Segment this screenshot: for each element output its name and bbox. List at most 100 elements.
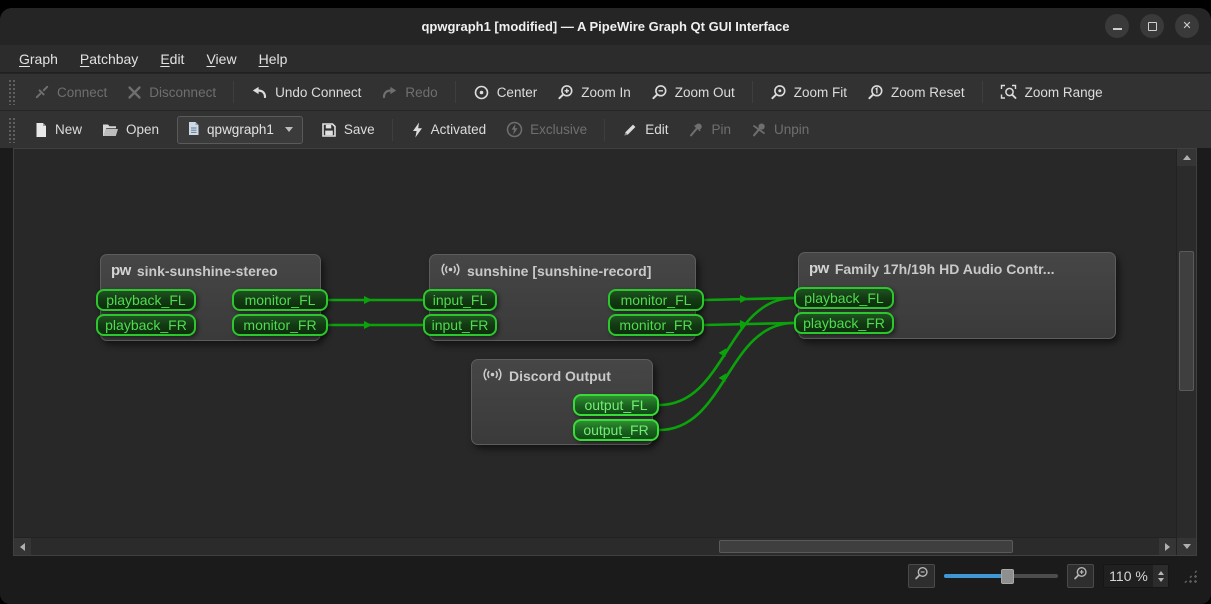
toolbar-separator [604,119,605,141]
undo-connect-button[interactable]: Undo Connect [241,80,371,105]
edit-button[interactable]: Edit [612,117,678,143]
unpin-button[interactable]: Unpin [741,117,819,143]
center-button[interactable]: Center [463,79,548,106]
zoom-slider-handle[interactable] [1001,569,1014,584]
new-button[interactable]: New [24,117,92,143]
menubar: Graph Patchbay Edit View Help [0,45,1211,73]
window-controls: ✕ [1105,14,1199,38]
save-button[interactable]: Save [311,117,385,143]
toolbar-separator [982,81,983,103]
wire-arrow [740,320,748,328]
zoom-fit-button[interactable]: Zoom Fit [760,79,857,106]
toolbar-separator [392,119,393,141]
new-label: New [55,122,82,137]
toolbar-drag-handle[interactable] [8,79,16,105]
vertical-scrollbar[interactable] [1176,149,1196,555]
minimize-icon [1113,28,1122,30]
patchbay-combobox[interactable]: qpwgraph1 [177,116,303,144]
port-sink-playback_FR[interactable]: playback_FR [96,314,196,336]
open-button[interactable]: Open [92,117,169,142]
port-family-playback_FR[interactable]: playback_FR [794,312,894,334]
maximize-button[interactable] [1140,14,1164,38]
zoom-slider-fill [944,574,1007,578]
wire-arrow [364,296,372,304]
node-title: Family 17h/19h HD Audio Contr... [835,261,1055,277]
scroll-up-button[interactable] [1177,149,1196,166]
exclusive-button[interactable]: Exclusive [496,116,597,143]
zoom-in-button[interactable]: Zoom In [547,79,641,106]
toolbar-drag-handle[interactable] [8,117,16,143]
graph-view-frame: pw sink-sunshine-stereo sunshine [sunshi… [13,148,1197,556]
patchbay-file-icon [187,121,200,139]
horizontal-scrollbar-thumb[interactable] [719,540,1013,553]
close-button[interactable]: ✕ [1175,14,1199,38]
statusbar-zoom-in-button[interactable] [1067,564,1094,588]
zoom-in-icon [557,84,574,101]
arrow-left-icon [20,543,25,551]
pipewire-icon: pw [111,262,131,279]
connect-icon [34,84,50,100]
minimize-button[interactable] [1105,14,1129,38]
horizontal-scrollbar[interactable] [14,537,1176,555]
port-discord-output_FR[interactable]: output_FR [573,419,659,441]
port-sunshine-monitor_FR[interactable]: monitor_FR [608,314,704,336]
zoom-range-button[interactable]: Zoom Range [990,79,1113,106]
wire-sunshine-monitorFR-to-family-playbackFR [704,323,794,325]
menu-graph[interactable]: Graph [8,48,69,70]
port-sunshine-input_FR[interactable]: input_FR [423,314,497,336]
chevron-down-icon [285,127,293,132]
graph-toolbar: Connect Disconnect Undo Connect Redo Cen… [0,73,1211,110]
statusbar-zoom-out-button[interactable] [908,564,935,588]
zoom-range-label: Zoom Range [1025,85,1103,100]
menu-view[interactable]: View [195,48,247,70]
save-label: Save [344,122,375,137]
port-sink-monitor_FR[interactable]: monitor_FR [232,314,328,336]
disconnect-label: Disconnect [149,85,216,100]
menu-edit[interactable]: Edit [149,48,195,70]
connect-label: Connect [57,85,107,100]
port-sunshine-input_FL[interactable]: input_FL [423,289,497,311]
redo-button[interactable]: Redo [371,80,447,105]
qpwgraph-window: qpwgraph1 [modified] — A PipeWire Graph … [0,8,1211,604]
connect-button[interactable]: Connect [24,79,117,105]
zoom-fit-label: Zoom Fit [794,85,847,100]
unpin-icon [751,122,767,138]
port-discord-output_FL[interactable]: output_FL [573,394,659,416]
scroll-right-button[interactable] [1159,538,1176,555]
zoom-reset-button[interactable]: Zoom Reset [857,79,975,106]
zoom-value: 110 % [1104,565,1153,587]
arrow-right-icon [1165,543,1170,551]
zoom-out-button[interactable]: Zoom Out [641,79,745,106]
activated-button[interactable]: Activated [400,117,497,143]
exclusive-bolt-icon [506,121,523,138]
port-sink-playback_FL[interactable]: playback_FL [96,289,196,311]
redo-icon [381,85,398,100]
maximize-icon [1148,22,1157,31]
zoom-slider[interactable] [944,566,1058,586]
wire-sunshine-monitorFL-to-family-playbackFL [704,298,794,300]
menu-help[interactable]: Help [248,48,299,70]
undo-icon [251,85,268,100]
zoom-spinbox[interactable]: 110 % [1103,564,1169,588]
menu-patchbay[interactable]: Patchbay [69,48,149,70]
disconnect-button[interactable]: Disconnect [117,80,226,105]
vertical-scrollbar-thumb[interactable] [1179,251,1194,391]
resize-grip[interactable] [1182,568,1199,585]
spinbox-arrows[interactable] [1153,565,1168,587]
edit-label: Edit [645,122,668,137]
pin-button[interactable]: Pin [678,117,741,143]
port-family-playback_FL[interactable]: playback_FL [794,287,894,309]
scroll-left-button[interactable] [14,538,31,555]
center-label: Center [497,85,538,100]
scroll-down-button[interactable] [1177,538,1196,555]
zoom-out-icon [914,566,929,586]
zoom-range-icon [1000,84,1018,101]
pipewire-icon: pw [809,260,829,277]
titlebar[interactable]: qpwgraph1 [modified] — A PipeWire Graph … [0,8,1211,45]
graph-canvas[interactable]: pw sink-sunshine-stereo sunshine [sunshi… [14,149,1176,537]
port-sink-monitor_FL[interactable]: monitor_FL [232,289,328,311]
connection-wires [14,149,1176,537]
port-sunshine-monitor_FL[interactable]: monitor_FL [608,289,704,311]
open-folder-icon [102,123,119,137]
zoom-in-label: Zoom In [581,85,631,100]
